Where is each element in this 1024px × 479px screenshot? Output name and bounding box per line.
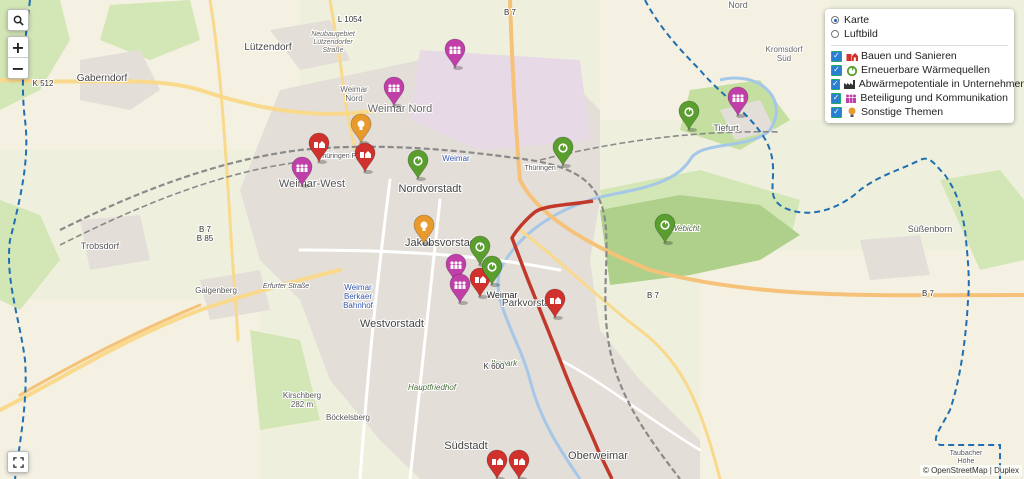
map-label-weimar: Weimar [442, 154, 470, 163]
checkbox[interactable]: ✓ [831, 92, 842, 104]
base-layer-list: Karte Luftbild [831, 13, 1008, 41]
radio-button[interactable] [831, 16, 839, 24]
checkbox[interactable]: ✓ [831, 50, 842, 62]
map-label-sussenborn: Süßenborn [908, 224, 953, 234]
attribution: © OpenStreetMap | Duplex [919, 465, 1022, 476]
bulb-icon [846, 107, 861, 118]
map-label-k600: K 600 [484, 362, 505, 371]
overlay-layer-label: Abwärmepotentiale in Unternehmen [858, 78, 1024, 90]
map-label-thuringen: Thüringen [524, 165, 556, 172]
map-label-nord: Nord [728, 0, 748, 10]
map-label-weimar-west: Weimar-West [279, 178, 345, 190]
map-label-sudstadt: Südstadt [444, 440, 487, 452]
overlay-layer-label: Sonstige Themen [861, 106, 944, 118]
radio-button[interactable] [831, 30, 839, 38]
layer-switcher: Karte Luftbild ✓ Bauen und Sanieren ✓ Erneue… [825, 9, 1024, 123]
map-label-weimar-berkaer: Weimar Berkaer Bahnhof [343, 283, 374, 310]
factory-icon [843, 79, 859, 90]
map-label-nordvorstadt: Nordvorstadt [399, 183, 462, 195]
overlay-layer-item[interactable]: ✓ Abwärmepotentiale in Unternehmen [831, 77, 1024, 91]
map-label-jakobsvorstadt: Jakobsvorstadt [405, 237, 479, 249]
map-label-gelmeroda: Galgenberg [195, 286, 237, 295]
fullscreen-icon[interactable] [8, 452, 28, 472]
layer-divider [831, 45, 1008, 46]
base-layer-label: Luftbild [844, 28, 878, 40]
zoom-control[interactable]: + − [7, 36, 29, 79]
overlay-layer-item[interactable]: ✓ Beteiligung und Kommunikation [831, 91, 1008, 105]
overlay-layer-item[interactable]: ✓ Bauen und Sanieren [831, 49, 1008, 63]
map-label-tiefurt: Tiefurt [713, 123, 739, 133]
map-label-lutzendorf: Lützendorf [244, 42, 291, 53]
zoom-out-button[interactable]: − [8, 57, 28, 78]
checkbox[interactable]: ✓ [831, 78, 840, 90]
checkbox[interactable]: ✓ [831, 64, 842, 76]
people-icon [845, 93, 860, 104]
checkbox[interactable]: ✓ [831, 106, 842, 118]
map-label-k512: K 512 [33, 79, 54, 88]
search-icon[interactable] [8, 10, 28, 30]
base-layer-luftbild[interactable]: Luftbild [831, 27, 1008, 41]
map-label-weimar-station: Weimar [487, 290, 518, 300]
map-label-b7-right1: B 7 [647, 291, 660, 300]
map-label-bockelsberg: Böckelsberg [326, 413, 370, 422]
overlay-layer-label: Bauen und Sanieren [861, 50, 957, 62]
search-control[interactable] [7, 9, 29, 31]
base-layer-karte[interactable]: Karte [831, 13, 1008, 27]
overlay-layer-label: Beteiligung und Kommunikation [860, 92, 1008, 104]
base-layer-label: Karte [844, 14, 870, 26]
house-icon [846, 51, 861, 62]
overlay-layer-item[interactable]: ✓ Erneuerbare Wärmequellen [831, 63, 1008, 77]
map-label-gaberndorf: Gaberndorf [77, 73, 128, 84]
map-label-b7-right2: B 7 [922, 289, 935, 298]
map-label-trobsdorf: Trobsdorf [81, 241, 120, 251]
fullscreen-control[interactable] [7, 451, 29, 473]
map-label-hauptfriedhof: Hauptfriedhof [408, 383, 457, 392]
map-label-l1054: L 1054 [338, 15, 363, 24]
overlay-layer-label: Erneuerbare Wärmequellen [861, 64, 990, 76]
overlay-layer-list: ✓ Bauen und Sanieren ✓ Erneuerbare Wärmeque… [831, 49, 1024, 119]
zoom-in-button[interactable]: + [8, 37, 28, 57]
overlay-layer-item[interactable]: ✓ Sonstige Themen [831, 105, 1008, 119]
leaf-icon [846, 65, 861, 76]
map-label-b7-top: B 7 [504, 8, 517, 17]
map-label-erfurter-strasse: Erfurter Straße [263, 283, 309, 290]
map-label-oberweimar: Oberweimar [568, 450, 628, 462]
map-label-westvorstadt: Westvorstadt [360, 318, 424, 330]
